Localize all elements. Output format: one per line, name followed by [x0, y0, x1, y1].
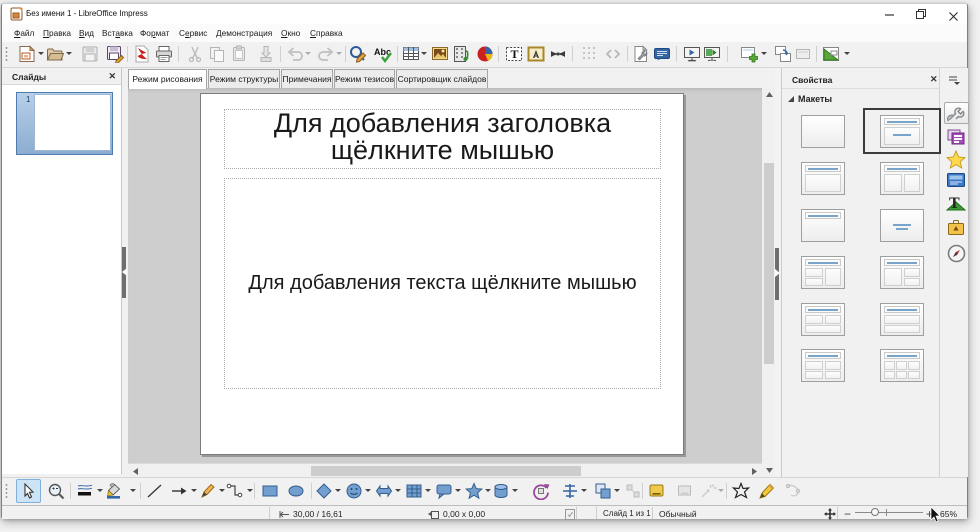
svg-text:T: T — [511, 47, 519, 61]
svg-text:T: T — [949, 195, 960, 212]
